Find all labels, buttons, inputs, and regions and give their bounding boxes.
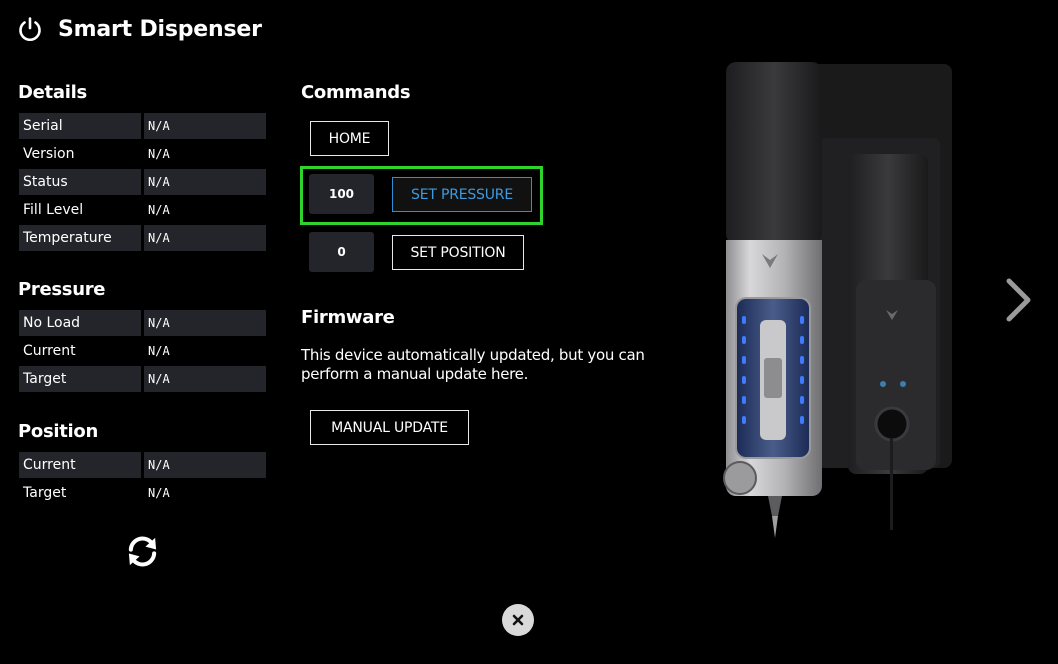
set-pressure-button[interactable]: SET PRESSURE — [392, 177, 532, 212]
row-label: Target — [23, 485, 67, 501]
commands-title: Commands — [301, 82, 411, 103]
row-label: Target — [19, 366, 141, 392]
row-value: N/A — [148, 344, 170, 358]
close-icon — [512, 614, 524, 626]
row-value: N/A — [144, 113, 266, 139]
row-value: N/A — [144, 452, 266, 478]
power-icon[interactable] — [17, 16, 43, 42]
pressure-row-no-load: No Load N/A — [19, 310, 266, 338]
pressure-table: No Load N/A Current N/A Target N/A — [19, 310, 266, 394]
row-label: Temperature — [19, 225, 141, 251]
row-label: Current — [23, 343, 76, 359]
row-label: Status — [19, 169, 141, 195]
row-label: Fill Level — [23, 202, 84, 218]
row-value: N/A — [148, 147, 170, 161]
pressure-row-target: Target N/A — [19, 366, 266, 394]
row-label: No Load — [19, 310, 141, 336]
position-row-target: Target N/A — [19, 480, 266, 508]
pressure-input[interactable] — [309, 174, 374, 214]
details-row-temperature: Temperature N/A — [19, 225, 266, 253]
position-row-current: Current N/A — [19, 452, 266, 480]
firmware-description: This device automatically updated, but y… — [301, 346, 645, 383]
row-label: Serial — [19, 113, 141, 139]
details-row-serial: Serial N/A — [19, 113, 266, 141]
row-label: Current — [19, 452, 141, 478]
pressure-title: Pressure — [18, 279, 106, 300]
dispenser-device-image — [723, 62, 952, 538]
row-value: N/A — [148, 486, 170, 500]
details-row-version: Version N/A — [19, 141, 266, 169]
row-value: N/A — [144, 225, 266, 251]
details-title: Details — [18, 82, 87, 103]
row-value: N/A — [144, 169, 266, 195]
position-title: Position — [18, 421, 98, 442]
position-input[interactable] — [309, 232, 374, 272]
home-button[interactable]: HOME — [310, 121, 389, 156]
row-value: N/A — [144, 310, 266, 336]
row-value: N/A — [144, 366, 266, 392]
set-position-button[interactable]: SET POSITION — [392, 235, 524, 270]
page-title: Smart Dispenser — [58, 16, 262, 42]
row-value: N/A — [148, 203, 170, 217]
details-row-status: Status N/A — [19, 169, 266, 197]
header: Smart Dispenser — [17, 16, 262, 42]
manual-update-button[interactable]: MANUAL UPDATE — [310, 410, 469, 445]
row-label: Version — [23, 146, 75, 162]
refresh-icon[interactable] — [126, 535, 159, 568]
details-row-fill-level: Fill Level N/A — [19, 197, 266, 225]
firmware-title: Firmware — [301, 307, 395, 328]
close-button[interactable] — [502, 604, 534, 636]
position-table: Current N/A Target N/A — [19, 452, 266, 508]
chevron-right-icon[interactable] — [1003, 278, 1033, 322]
details-table: Serial N/A Version N/A Status N/A Fill L… — [19, 113, 266, 253]
pressure-row-current: Current N/A — [19, 338, 266, 366]
